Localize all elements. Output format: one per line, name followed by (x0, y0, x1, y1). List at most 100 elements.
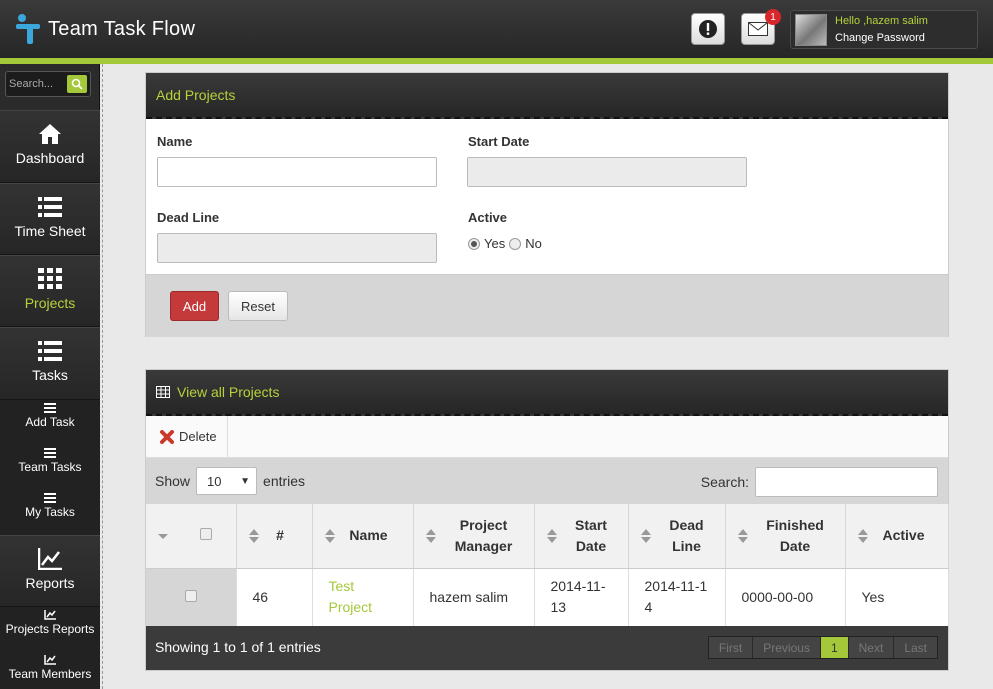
column-header-id[interactable]: # (236, 504, 313, 569)
cell-id: 46 (236, 568, 313, 626)
grid-icon (38, 268, 62, 289)
user-greeting: Hello ,hazem salim (835, 15, 928, 27)
app-title: Team Task Flow (48, 17, 196, 40)
sidebar-subitem-team-members[interactable]: Team Members (0, 652, 100, 689)
row-checkbox[interactable] (184, 589, 197, 602)
cell-active: Yes (845, 568, 949, 626)
active-no-radio[interactable] (509, 237, 522, 250)
table-icon (156, 386, 170, 398)
sidebar-subitem-my-tasks[interactable]: My Tasks (0, 490, 100, 535)
reset-button[interactable]: Reset (228, 291, 288, 321)
sidebar-item-dashboard[interactable]: Dashboard (0, 110, 100, 183)
deadline-label: Dead Line (157, 210, 220, 225)
entries-label: entries (263, 473, 306, 489)
messages-button[interactable]: 1 (741, 9, 781, 45)
column-header-project-manager[interactable]: Project Manager (413, 504, 535, 569)
pager-first[interactable]: First (708, 637, 754, 658)
sidebar-item-label: Reports (25, 575, 75, 591)
table-row[interactable]: 46 Test Project hazem salim 2014-11-13 2… (146, 568, 949, 626)
active-yes-radio[interactable] (468, 237, 480, 250)
add-projects-title: Add Projects (146, 73, 948, 119)
delete-button[interactable]: Delete (146, 416, 228, 457)
list-icon (44, 493, 56, 503)
top-header: Team Task Flow 1 Hello ,hazem salim Chan… (0, 0, 993, 58)
sidebar-item-reports[interactable]: Reports (0, 535, 100, 607)
table-search: Search: (701, 467, 938, 497)
add-projects-panel: Add Projects Name Start Date Dead Line A… (145, 72, 949, 337)
name-field[interactable] (157, 157, 437, 187)
sidebar-search-input[interactable] (9, 76, 65, 92)
table-toolbar: Delete (146, 416, 948, 458)
view-projects-header: View all Projects (146, 370, 948, 416)
sidebar-subitem-label: Team Members (8, 667, 92, 681)
sidebar-item-time-sheet[interactable]: Time Sheet (0, 183, 100, 255)
pager-previous[interactable]: Previous (753, 637, 821, 658)
active-yes-label: Yes (484, 236, 506, 251)
table-header-row: # Name Project Manager Start Date Dead L… (146, 504, 949, 569)
sort-icon (425, 528, 436, 550)
sort-icon (546, 528, 557, 550)
cell-manager: hazem salim (413, 568, 535, 626)
column-header-finished-date[interactable]: Finished Date (725, 504, 846, 569)
start-date-field[interactable] (467, 157, 747, 187)
column-header-name[interactable]: Name (312, 504, 414, 569)
pager-last[interactable]: Last (894, 637, 937, 658)
active-label: Active (468, 210, 508, 225)
column-header-active[interactable]: Active (845, 504, 949, 569)
column-label: Active (882, 527, 925, 544)
user-menu[interactable]: Hello ,hazem salim Change Password (790, 10, 978, 49)
pager-page-1[interactable]: 1 (820, 637, 849, 658)
alert-icon (699, 20, 717, 38)
sidebar-item-label: Tasks (32, 367, 68, 383)
sort-icon (248, 528, 259, 550)
delete-icon (160, 429, 174, 444)
entries-value: 10 (207, 473, 222, 489)
mail-count-badge: 1 (765, 9, 781, 25)
table-search-input[interactable] (755, 467, 938, 497)
cell-name-link[interactable]: Test Project (312, 568, 414, 626)
home-icon (39, 124, 61, 144)
sidebar-item-tasks[interactable]: Tasks (0, 327, 100, 400)
select-all-checkbox[interactable] (199, 528, 212, 541)
search-icon (71, 78, 83, 90)
sidebar-subitem-add-task[interactable]: Add Task (0, 400, 100, 445)
logo-icon (16, 14, 40, 44)
sidebar-item-label: Projects (24, 295, 76, 311)
deadline-field[interactable] (157, 233, 437, 263)
delete-label: Delete (179, 429, 217, 444)
app-logo[interactable]: Team Task Flow (14, 12, 195, 46)
column-header-start-date[interactable]: Start Date (534, 504, 629, 569)
sidebar-subitem-team-tasks[interactable]: Team Tasks (0, 445, 100, 490)
search-button[interactable] (67, 75, 87, 93)
name-label: Name (157, 134, 193, 149)
alerts-button[interactable] (691, 13, 725, 45)
list-icon (38, 197, 62, 217)
chart-icon (44, 610, 56, 620)
sidebar-item-label: Dashboard (15, 150, 85, 166)
view-projects-title: View all Projects (177, 384, 280, 400)
projects-table: # Name Project Manager Start Date Dead L… (146, 504, 949, 626)
pager-next[interactable]: Next (848, 637, 895, 658)
entries-select[interactable]: 10 ▼ (196, 467, 258, 495)
change-password-link[interactable]: Change Password (835, 32, 925, 44)
row-select-cell (146, 568, 237, 626)
sidebar-item-projects[interactable]: Projects (0, 255, 100, 327)
sidebar-subitem-label: Team Tasks (18, 460, 82, 474)
avatar (795, 14, 827, 46)
sidebar: Dashboard Time Sheet Projects Tasks Add … (0, 64, 100, 689)
add-button[interactable]: Add (170, 291, 219, 321)
list-icon (38, 341, 62, 361)
table-info: Showing 1 to 1 of 1 entries (155, 639, 321, 655)
sort-icon (640, 528, 651, 550)
sidebar-divider (102, 64, 103, 689)
sort-caret-icon[interactable] (158, 528, 168, 550)
select-all-header (146, 504, 237, 569)
show-label: Show (155, 473, 191, 489)
header-accent-line (0, 58, 993, 64)
sidebar-subitem-projects-reports[interactable]: Projects Reports (0, 607, 100, 652)
list-icon (44, 403, 56, 413)
sidebar-search (5, 71, 91, 97)
column-header-dead-line[interactable]: Dead Line (628, 504, 726, 569)
chart-icon (38, 548, 62, 570)
active-radio-group: Yes No (468, 236, 542, 251)
